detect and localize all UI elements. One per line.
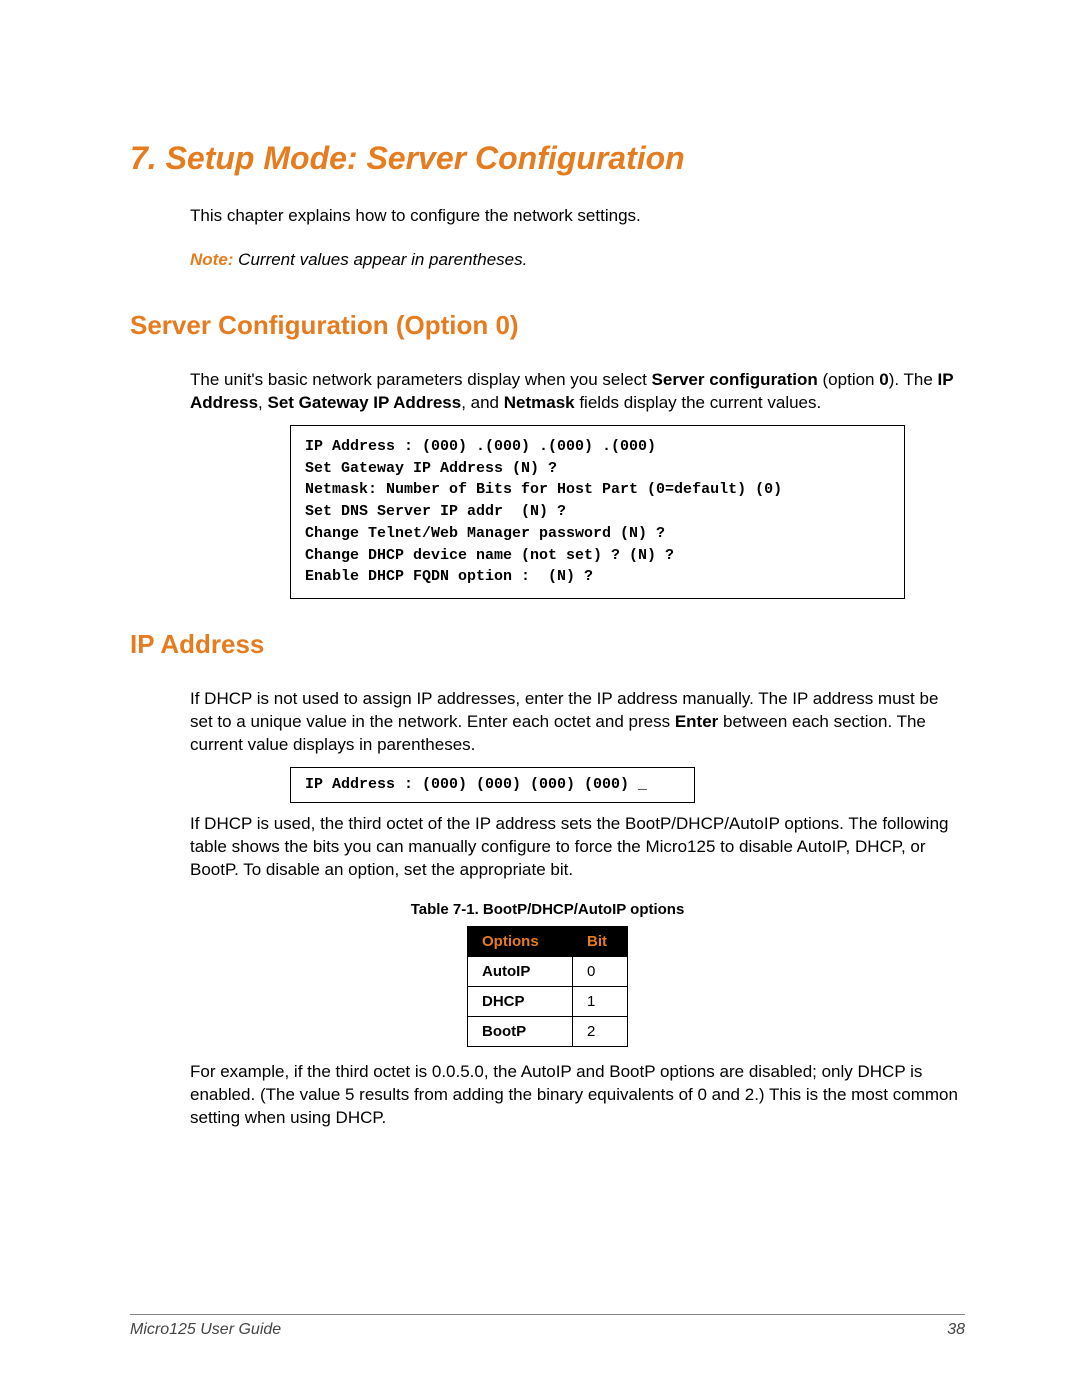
cell-option: AutoIP: [468, 957, 573, 987]
page: 7. Setup Mode: Server Configuration This…: [0, 0, 1080, 1397]
options-table: Options Bit AutoIP 0 DHCP 1 BootP 2: [467, 926, 628, 1047]
intro-paragraph: This chapter explains how to configure t…: [190, 205, 965, 228]
footer: Micro125 User Guide 38: [130, 1314, 965, 1339]
text-segment: fields display the current values.: [575, 393, 822, 412]
text-bold: Server configuration: [652, 370, 818, 389]
text-segment: (option: [818, 370, 879, 389]
table-row: AutoIP 0: [468, 957, 628, 987]
note: Note: Current values appear in parenthes…: [190, 250, 965, 270]
code-block-ip: IP Address : (000) (000) (000) (000) _: [290, 767, 695, 803]
ip-paragraph-3: For example, if the third octet is 0.0.5…: [190, 1061, 965, 1130]
note-label: Note:: [190, 250, 233, 269]
footer-page-number: 38: [947, 1321, 965, 1339]
th-bit: Bit: [573, 927, 628, 957]
footer-left: Micro125 User Guide: [130, 1321, 281, 1339]
table-row: DHCP 1: [468, 987, 628, 1017]
note-text: Current values appear in parentheses.: [233, 250, 527, 269]
text-bold: Set Gateway IP Address: [267, 393, 461, 412]
table-row: BootP 2: [468, 1017, 628, 1047]
text-segment: ). The: [889, 370, 938, 389]
text-bold: 0: [879, 370, 888, 389]
table-caption: Table 7-1. BootP/DHCP/AutoIP options: [130, 901, 965, 918]
cell-option: BootP: [468, 1017, 573, 1047]
cell-bit: 0: [573, 957, 628, 987]
server-config-paragraph: The unit's basic network parameters disp…: [190, 369, 965, 415]
text-segment: , and: [461, 393, 504, 412]
chapter-title: 7. Setup Mode: Server Configuration: [130, 140, 965, 177]
th-options: Options: [468, 927, 573, 957]
code-block-server-config: IP Address : (000) .(000) .(000) .(000) …: [290, 425, 905, 599]
ip-paragraph-1: If DHCP is not used to assign IP address…: [190, 688, 965, 757]
ip-paragraph-2: If DHCP is used, the third octet of the …: [190, 813, 965, 882]
cell-option: DHCP: [468, 987, 573, 1017]
table-header-row: Options Bit: [468, 927, 628, 957]
cell-bit: 1: [573, 987, 628, 1017]
text-bold: Enter: [675, 712, 718, 731]
section-server-config-heading: Server Configuration (Option 0): [130, 310, 965, 341]
cell-bit: 2: [573, 1017, 628, 1047]
section-ip-address-heading: IP Address: [130, 629, 965, 660]
text-segment: The unit's basic network parameters disp…: [190, 370, 652, 389]
text-bold: Netmask: [504, 393, 575, 412]
